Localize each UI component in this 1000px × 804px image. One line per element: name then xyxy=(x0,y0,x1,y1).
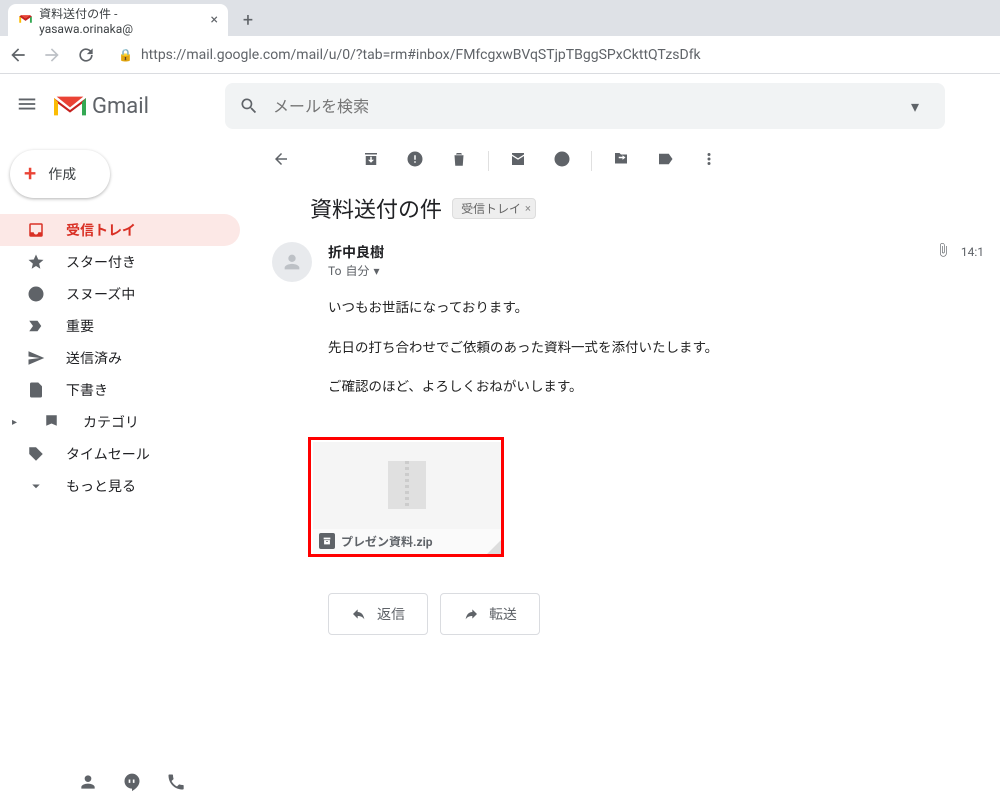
url-text: https://mail.google.com/mail/u/0/?tab=rm… xyxy=(141,47,701,63)
footer-icons xyxy=(78,772,186,796)
search-icon xyxy=(239,96,259,116)
reload-icon[interactable] xyxy=(76,45,96,65)
sidebar-item-label: カテゴリ xyxy=(83,412,139,432)
sender-avatar[interactable] xyxy=(272,242,312,282)
sidebar-item-promotions[interactable]: タイムセール xyxy=(0,438,240,470)
star-icon xyxy=(26,253,46,271)
inbox-icon xyxy=(26,221,46,239)
hamburger-menu-icon[interactable] xyxy=(16,93,38,119)
address-bar[interactable]: 🔒 https://mail.google.com/mail/u/0/?tab=… xyxy=(110,47,992,63)
search-bar[interactable]: ▾ xyxy=(225,83,945,129)
attachment-preview xyxy=(313,442,501,529)
sidebar-item-more[interactable]: もっと見る xyxy=(0,470,240,502)
chevron-down-icon: ▾ xyxy=(373,264,379,278)
forward-icon xyxy=(463,606,479,622)
delete-icon[interactable] xyxy=(450,150,468,172)
sidebar-item-starred[interactable]: スター付き xyxy=(0,246,240,278)
browser-tab[interactable]: 資料送付の件 - yasawa.orinaka@ × xyxy=(8,4,228,36)
email-subject: 資料送付の件 xyxy=(310,192,442,224)
clock-icon xyxy=(26,285,46,303)
mark-unread-icon[interactable] xyxy=(509,150,527,172)
gmail-logo[interactable]: Gmail xyxy=(54,94,149,119)
back-to-inbox-icon[interactable] xyxy=(272,150,290,172)
email-body: いつもお世話になっております。 先日の打ち合わせでご依頼のあった資料一式を添付い… xyxy=(256,282,1000,433)
attachment-card[interactable]: プレゼン資料.zip xyxy=(313,442,501,554)
tab-title: 資料送付の件 - yasawa.orinaka@ xyxy=(39,5,204,36)
lock-icon: 🔒 xyxy=(118,48,133,62)
sidebar-item-label: スヌーズ中 xyxy=(66,284,135,304)
new-tab-button[interactable]: + xyxy=(234,6,262,34)
remove-label-icon[interactable]: × xyxy=(525,202,531,215)
hangouts-icon[interactable] xyxy=(122,772,142,796)
sidebar-item-label: 送信済み xyxy=(66,348,122,368)
gmail-header: Gmail ▾ xyxy=(0,74,1000,138)
phone-icon[interactable] xyxy=(166,772,186,796)
browser-tab-strip: 資料送付の件 - yasawa.orinaka@ × + xyxy=(0,0,1000,36)
draft-icon xyxy=(26,381,46,399)
sidebar-item-label: 受信トレイ xyxy=(66,220,136,240)
send-icon xyxy=(26,349,46,367)
sidebar-item-inbox[interactable]: 受信トレイ xyxy=(0,214,240,246)
label-chip[interactable]: 受信トレイ × xyxy=(452,198,536,219)
reply-icon xyxy=(351,606,367,622)
compose-button[interactable]: + 作成 xyxy=(10,150,110,198)
sidebar-item-sent[interactable]: 送信済み xyxy=(0,342,240,374)
email-time: 14:1 xyxy=(961,245,984,259)
sidebar-item-label: スター付き xyxy=(66,252,136,272)
archive-icon[interactable] xyxy=(362,150,380,172)
reply-button[interactable]: 返信 xyxy=(328,593,428,635)
caret-right-icon: ▸ xyxy=(12,417,17,428)
search-input[interactable] xyxy=(273,97,897,116)
important-icon xyxy=(26,317,46,335)
close-tab-icon[interactable]: × xyxy=(211,12,218,28)
recipient-line[interactable]: To 自分 ▾ xyxy=(328,262,919,279)
tag-icon xyxy=(26,445,46,463)
gmail-product-name: Gmail xyxy=(92,94,149,119)
sidebar-item-label: タイムセール xyxy=(66,444,150,464)
sidebar-item-label: 重要 xyxy=(66,316,94,336)
email-content: 資料送付の件 受信トレイ × 折中良樹 To 自分 ▾ 14:1 い xyxy=(256,138,1000,764)
sidebar-item-categories[interactable]: ▸ カテゴリ xyxy=(0,406,240,438)
attachment-indicator-icon xyxy=(935,242,951,261)
spam-icon[interactable] xyxy=(406,150,424,172)
labels-icon[interactable] xyxy=(656,150,674,172)
plus-icon: + xyxy=(24,162,36,187)
sidebar-item-snoozed[interactable]: スヌーズ中 xyxy=(0,278,240,310)
search-options-icon[interactable]: ▾ xyxy=(911,97,931,116)
browser-toolbar: 🔒 https://mail.google.com/mail/u/0/?tab=… xyxy=(0,36,1000,74)
gmail-favicon xyxy=(18,12,33,28)
label-chip-text: 受信トレイ xyxy=(461,200,521,217)
forward-button[interactable]: 転送 xyxy=(440,593,540,635)
contacts-icon[interactable] xyxy=(78,772,98,796)
attachment-highlight: プレゼン資料.zip xyxy=(308,437,504,557)
label-icon xyxy=(43,413,63,431)
email-toolbar xyxy=(256,150,1000,190)
sender-name: 折中良樹 xyxy=(328,242,919,262)
sidebar: + 作成 受信トレイ スター付き スヌーズ中 重要 送信済み xyxy=(0,138,256,764)
sidebar-item-label: 下書き xyxy=(66,380,108,400)
more-icon[interactable] xyxy=(700,150,718,172)
archive-file-icon xyxy=(319,533,335,549)
chevron-down-icon xyxy=(26,477,46,495)
move-to-icon[interactable] xyxy=(612,150,630,172)
back-icon[interactable] xyxy=(8,45,28,65)
attachment-filename: プレゼン資料.zip xyxy=(341,533,433,550)
sidebar-item-important[interactable]: 重要 xyxy=(0,310,240,342)
zip-file-icon xyxy=(388,461,426,509)
compose-label: 作成 xyxy=(48,164,76,184)
sidebar-item-label: もっと見る xyxy=(66,476,136,496)
snooze-icon[interactable] xyxy=(553,150,571,172)
sidebar-item-drafts[interactable]: 下書き xyxy=(0,374,240,406)
forward-icon[interactable] xyxy=(42,45,62,65)
